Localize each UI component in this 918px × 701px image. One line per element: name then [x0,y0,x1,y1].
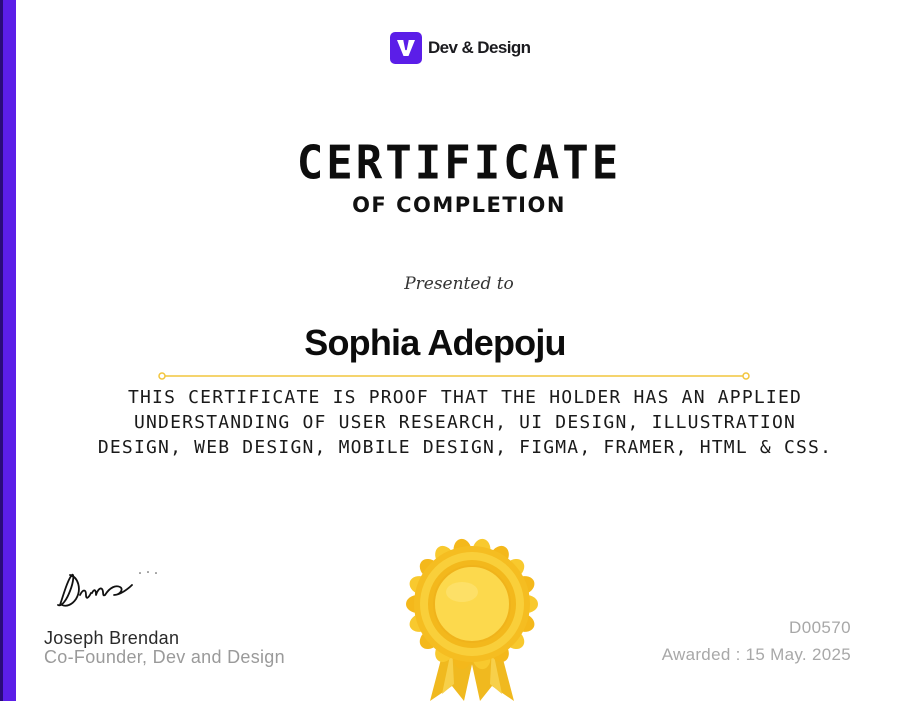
certificate-id: D00570 [789,618,851,637]
brand-logo: Dev & Design [390,32,531,64]
signatory-name: Joseph Brendan [44,628,180,648]
signature-image [57,571,157,607]
brand-name: Dev & Design [428,38,531,57]
name-divider [158,372,750,380]
signatory-role: Co-Founder, Dev and Design [44,647,285,667]
awarded-date: Awarded : 15 May. 2025 [661,645,851,664]
certificate-statement: THIS CERTIFICATE IS PROOF THAT THE HOLDE… [97,387,833,458]
award-rosette-icon [406,538,538,701]
certificate-subtitle: OF COMPLETION [352,193,566,217]
v-logo-icon [390,32,422,64]
recipient-name: Sophia Adepoju [304,322,566,363]
certificate-title: CERTIFICATE [296,136,622,191]
presented-to-label: Presented to [404,274,514,294]
